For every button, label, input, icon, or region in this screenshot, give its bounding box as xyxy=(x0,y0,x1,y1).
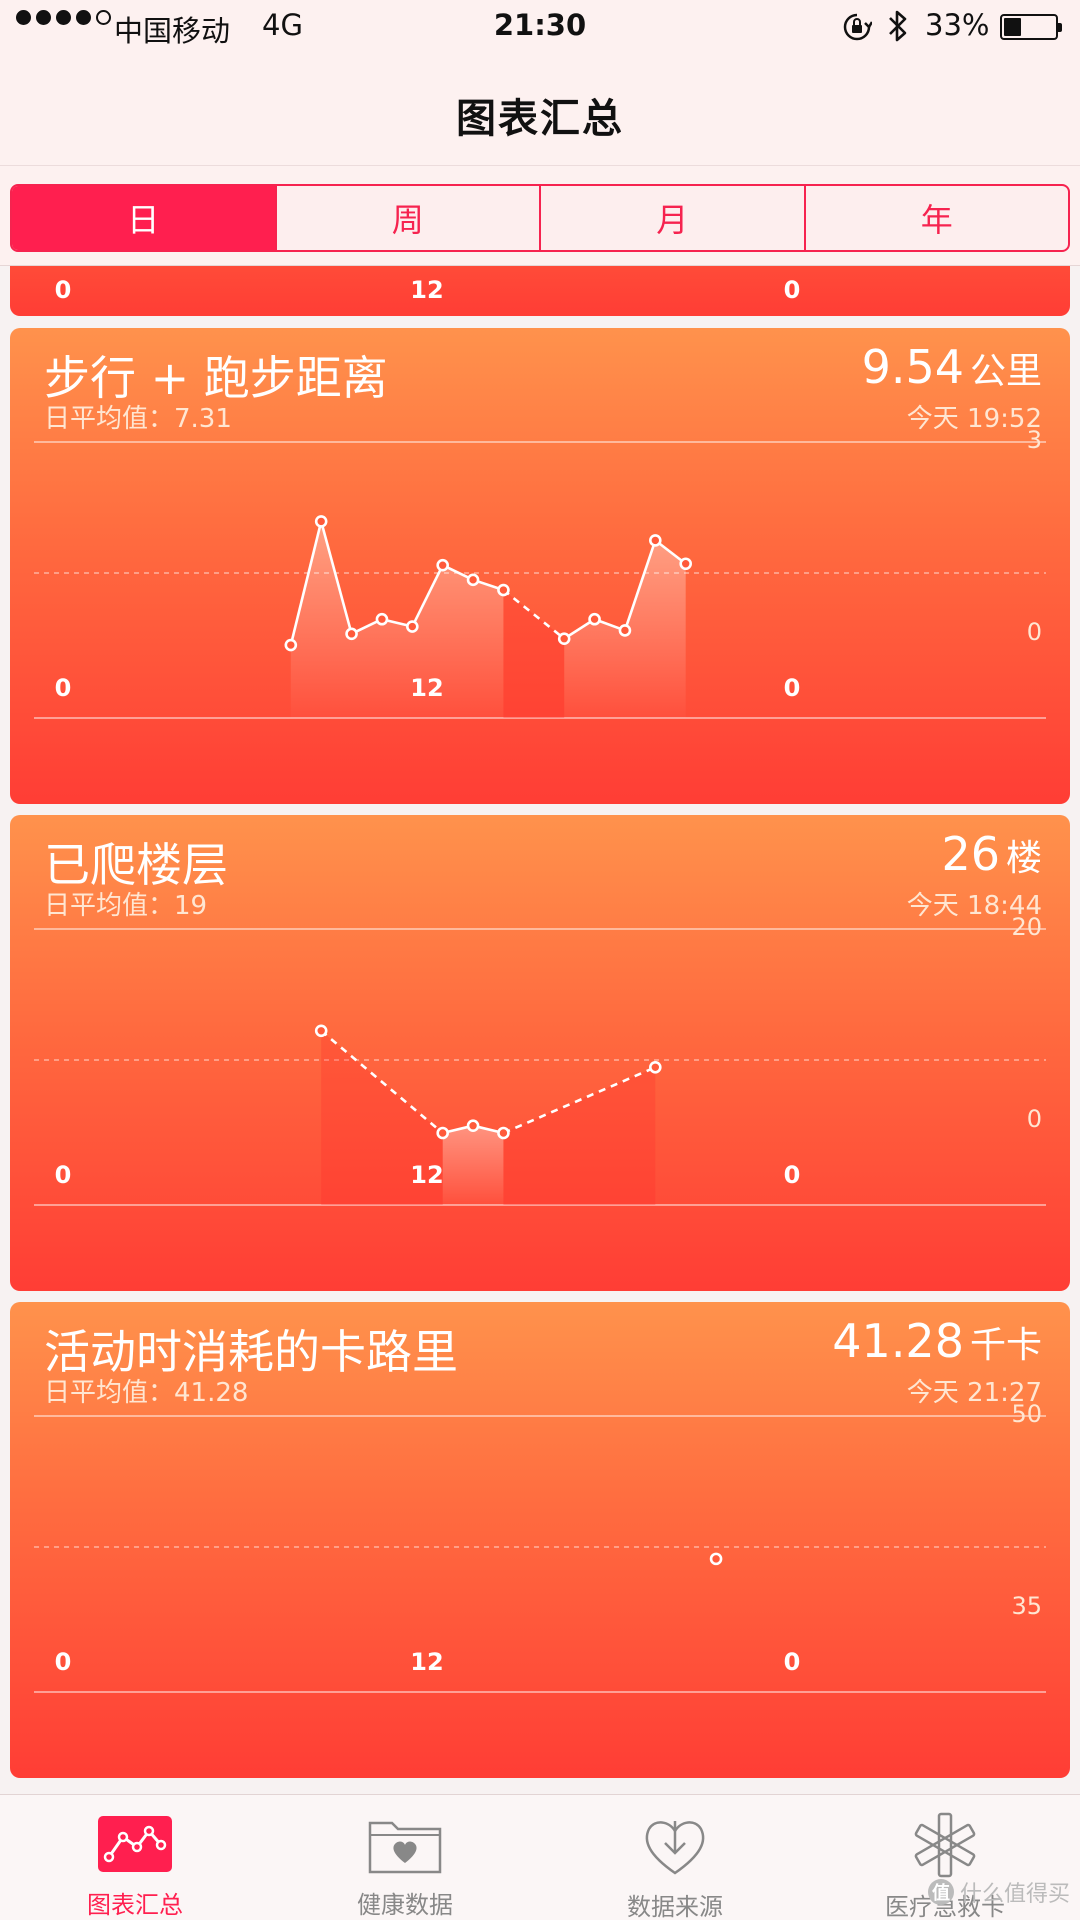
chart-summary-icon xyxy=(95,1813,175,1875)
x-tick-label: 0 xyxy=(54,1648,72,1676)
charts-scroll-view[interactable]: 0 12 0 步行 + 跑步距离 日平均值：7.31 9.54 公里 今天 19:… xyxy=(0,266,1080,1794)
rotation-lock-icon xyxy=(842,12,874,49)
x-tick-label: 0 xyxy=(54,674,72,702)
segment-day[interactable]: 日 xyxy=(12,186,275,250)
watermark: 值 什么值得买 xyxy=(927,1876,1070,1908)
y-max-label: 50 xyxy=(1011,1400,1042,1428)
data-point xyxy=(436,1126,449,1140)
carrier-name: 中国移动 xyxy=(114,14,231,48)
x-tick-label: 0 xyxy=(54,1161,72,1189)
value-number: 41.28 xyxy=(832,1314,964,1368)
data-point xyxy=(436,558,449,572)
value-unit: 千卡 xyxy=(969,1325,1042,1366)
series-area xyxy=(503,590,565,718)
data-point xyxy=(375,612,389,626)
navigation-bar: 图表汇总 xyxy=(0,56,1080,166)
x-tick-label: 12 xyxy=(410,674,444,702)
watermark-text: 什么值得买 xyxy=(959,1882,1070,1907)
status-bar: 中国移动 4G 21:30 33% xyxy=(0,0,1080,56)
data-point xyxy=(679,557,692,571)
tab-label: 健康数据 xyxy=(357,1891,453,1919)
x-tick-label: 0 xyxy=(783,674,801,702)
y-max-label: 3 xyxy=(1026,426,1042,454)
tab-health-data[interactable]: 健康数据 xyxy=(270,1795,540,1920)
data-point xyxy=(618,624,632,637)
battery-percent: 33% xyxy=(925,8,990,42)
network-type: 4G xyxy=(262,8,303,42)
signal-strength-icon xyxy=(16,10,111,25)
value-unit: 楼 xyxy=(1005,838,1042,879)
tab-bar: 图表汇总 健康数据 数据来源 医疗急救卡 值 什么值得买 xyxy=(0,1794,1080,1920)
data-point xyxy=(649,1061,662,1074)
y-min-label: 0 xyxy=(1026,618,1042,646)
data-point xyxy=(406,620,419,633)
data-point xyxy=(588,612,601,626)
health-data-folder-icon xyxy=(365,1813,445,1875)
x-tick-label: 0 xyxy=(54,276,72,304)
daily-average: 日平均值：19 xyxy=(44,891,208,921)
page-title: 图表汇总 xyxy=(456,96,624,142)
watermark-badge: 值 xyxy=(927,1879,954,1905)
data-point xyxy=(709,1552,723,1566)
previous-chart-card[interactable]: 0 12 0 xyxy=(10,266,1070,316)
segment-week[interactable]: 周 xyxy=(274,186,540,250)
segment-month[interactable]: 月 xyxy=(539,186,804,250)
data-point xyxy=(284,638,298,652)
x-tick-label: 0 xyxy=(783,1161,801,1189)
data-source-download-icon xyxy=(635,1813,715,1877)
data-point xyxy=(314,515,328,528)
series-area xyxy=(290,521,504,718)
x-tick-label: 12 xyxy=(410,1161,444,1189)
current-value: 41.28 千卡 xyxy=(832,1314,1042,1368)
tab-chart-summary[interactable]: 图表汇总 xyxy=(0,1795,270,1920)
data-point xyxy=(497,583,510,597)
data-point xyxy=(497,1126,510,1140)
y-max-label: 20 xyxy=(1011,913,1042,941)
tab-label: 数据来源 xyxy=(627,1893,723,1920)
value-number: 9.54 xyxy=(861,340,964,394)
tab-label: 图表汇总 xyxy=(87,1891,183,1919)
battery-icon xyxy=(1000,14,1062,40)
x-tick-label: 0 xyxy=(783,276,801,304)
tab-data-sources[interactable]: 数据来源 xyxy=(540,1795,810,1920)
x-tick-label: 12 xyxy=(410,276,444,304)
medical-id-asterisk-icon xyxy=(905,1812,985,1878)
data-point xyxy=(314,1024,328,1038)
segment-year[interactable]: 年 xyxy=(803,186,1069,250)
walking-running-distance-card[interactable]: 步行 + 跑步距离 日平均值：7.31 9.54 公里 今天 19:52 3 0 … xyxy=(10,328,1070,804)
data-point xyxy=(345,627,358,641)
daily-average: 日平均值：41.28 xyxy=(44,1378,249,1408)
value-number: 26 xyxy=(941,827,1000,881)
period-selector-bar: 日 周 月 年 xyxy=(0,166,1080,266)
data-point xyxy=(466,1119,480,1133)
series-area xyxy=(442,1125,504,1205)
x-tick-label: 0 xyxy=(783,1648,801,1676)
series-area xyxy=(503,1067,656,1205)
current-value: 9.54 公里 xyxy=(862,340,1042,394)
bluetooth-icon xyxy=(886,9,910,50)
last-updated-time: 今天 19:52 xyxy=(906,404,1042,434)
y-min-label: 35 xyxy=(1011,1592,1042,1620)
value-unit: 公里 xyxy=(969,351,1042,392)
x-tick-label: 12 xyxy=(410,1648,444,1676)
flights-climbed-card[interactable]: 已爬楼层 日平均值：19 26 楼 今天 18:44 20 0 0 12 0 xyxy=(10,815,1070,1291)
data-point xyxy=(649,534,662,547)
data-point xyxy=(466,573,480,587)
daily-average: 日平均值：7.31 xyxy=(44,404,232,434)
y-min-label: 0 xyxy=(1026,1105,1042,1133)
current-value: 26 楼 xyxy=(941,827,1042,881)
data-point xyxy=(557,632,571,646)
period-segmented-control: 日 周 月 年 xyxy=(10,184,1070,252)
active-calories-card[interactable]: 活动时消耗的卡路里 日平均值：41.28 41.28 千卡 今天 21:27 50… xyxy=(10,1302,1070,1778)
